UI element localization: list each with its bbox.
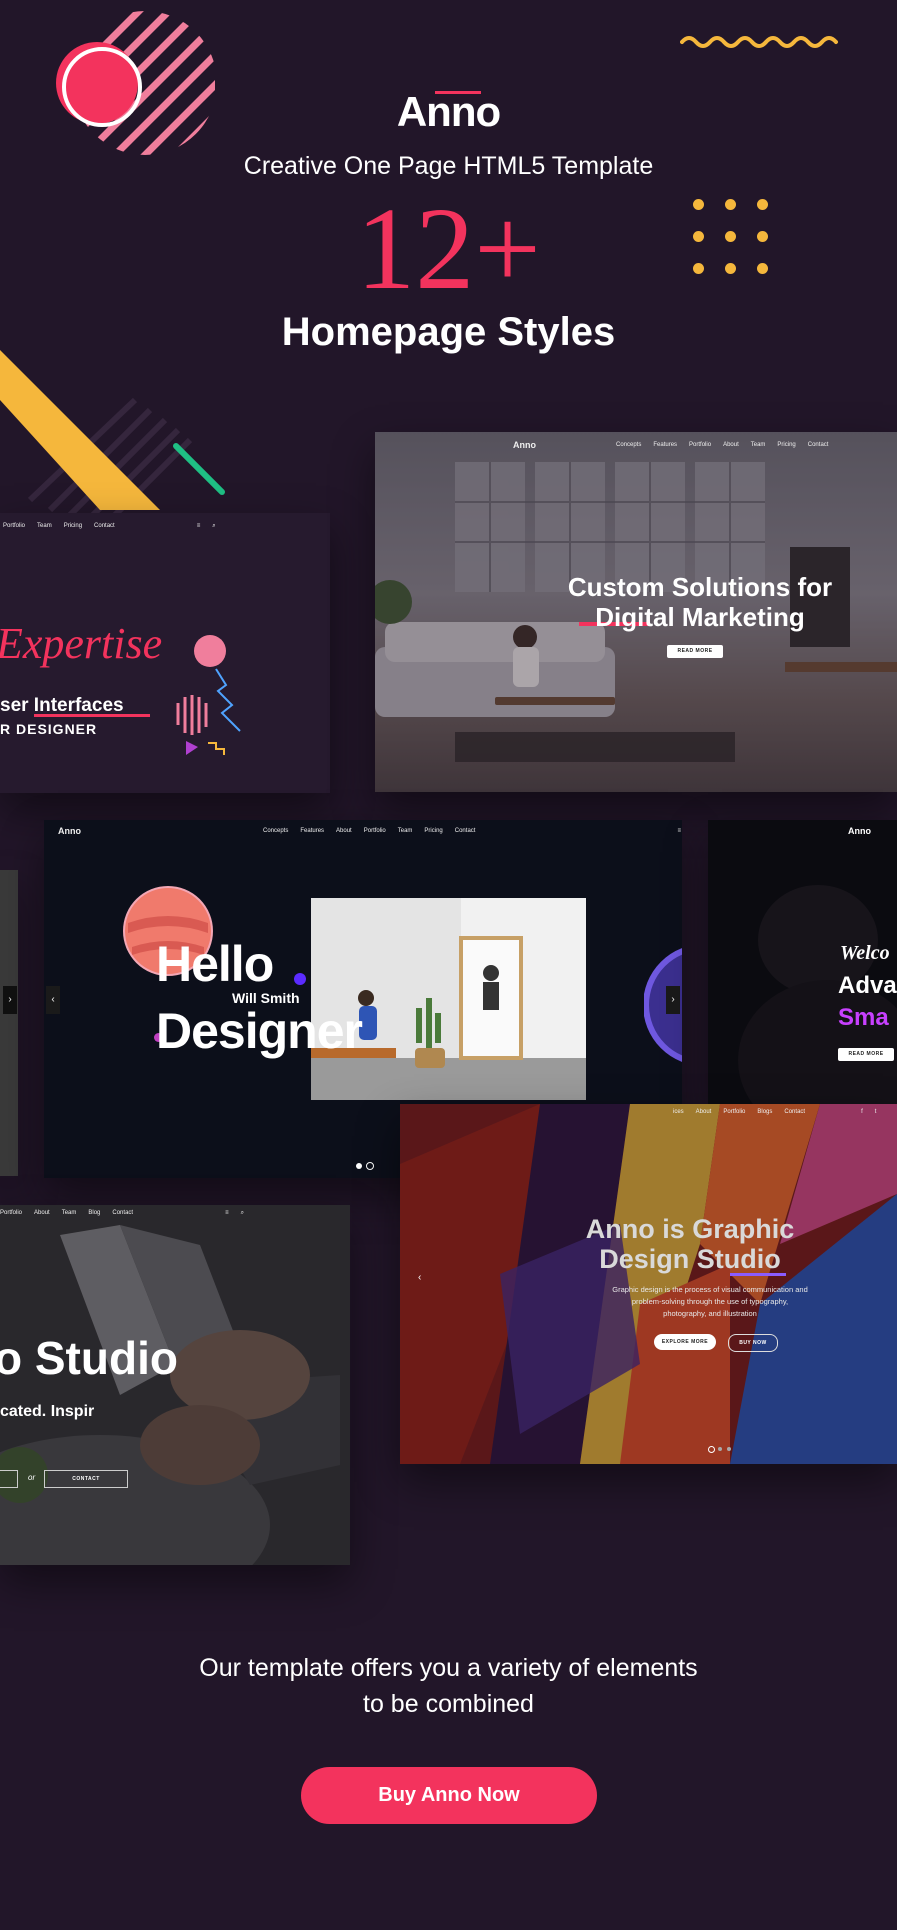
nav-item[interactable]: Contact <box>455 828 476 834</box>
read-more-button[interactable]: READ MORE <box>667 645 723 658</box>
features-line2: to be combined <box>363 1690 534 1718</box>
nav-item[interactable]: Pricing <box>424 828 442 834</box>
nav-item[interactable]: Contact <box>112 1210 133 1216</box>
search-icon[interactable]: ⌕ <box>212 523 215 530</box>
contact-button[interactable]: CONTACT <box>44 1470 128 1488</box>
nav-item[interactable]: Concepts <box>263 828 288 834</box>
nav-item[interactable]: Features <box>653 442 677 448</box>
preview-graphic-studio[interactable]: ices About Portfolio Blogs Contact f t A… <box>400 1104 897 1464</box>
designer-heading: Designer <box>156 1003 363 1059</box>
studio-heading: o Studio <box>0 1332 178 1384</box>
nav-item[interactable]: Portfolio <box>723 1109 745 1115</box>
slider-prev-icon[interactable]: ‹ <box>418 1272 421 1283</box>
nav-logo[interactable]: Anno <box>58 826 81 836</box>
diagonal-stripes-decoration <box>0 350 225 520</box>
homepage-count: 12+ <box>356 183 541 314</box>
nav-item[interactable]: Team <box>398 828 413 834</box>
features-description: Our template offers you a variety of ele… <box>0 1650 897 1722</box>
studio-subtitle: cated. Inspir <box>0 1403 95 1420</box>
workspace-photo <box>311 898 586 1100</box>
nav-item[interactable]: Blogs <box>757 1109 772 1115</box>
read-more-button[interactable]: READ MORE <box>838 1048 894 1061</box>
brand-logo: Anno <box>0 88 897 136</box>
or-label: or <box>28 1473 36 1482</box>
script-heading: Expertise <box>0 619 163 668</box>
script-heading: Welco <box>840 942 890 964</box>
slider-dot[interactable] <box>727 1447 731 1451</box>
nav-item[interactable]: Portfolio <box>689 442 711 448</box>
preview-digital-marketing[interactable]: Anno Concepts Features Portfolio About T… <box>375 432 897 792</box>
homepage-styles-heading: Homepage Styles <box>281 310 616 354</box>
nav-item[interactable]: Contact <box>808 442 829 448</box>
nav-item[interactable]: Portfolio <box>364 828 386 834</box>
designer-line: R DESIGNER <box>0 721 98 737</box>
striped-circle-decoration <box>56 11 215 155</box>
studio-title-line1: Anno is Graphic <box>585 1214 795 1244</box>
twitter-icon[interactable]: t <box>875 1109 877 1115</box>
studio-description: Graphic design is the process of visual … <box>612 1285 808 1318</box>
slider-dot[interactable] <box>366 1162 374 1170</box>
nav-item[interactable]: Contact <box>94 523 115 529</box>
preview-nav: Anno Concepts Features About Portfolio T… <box>44 820 682 842</box>
search-icon[interactable]: ⌕ <box>241 1210 244 1217</box>
explore-more-button[interactable]: EXPLORE MORE <box>654 1334 716 1350</box>
nav-logo[interactable]: Anno <box>848 826 871 836</box>
nav-item[interactable]: About <box>696 1109 712 1115</box>
nav-item[interactable]: Portfolio <box>3 523 25 529</box>
slider-dot[interactable] <box>718 1447 722 1451</box>
nav-item[interactable]: Portfolio <box>0 1210 22 1216</box>
menu-icon[interactable]: ≡ <box>225 1210 229 1216</box>
nav-item[interactable]: Features <box>300 828 324 834</box>
hero-line2: Sma <box>838 1004 889 1031</box>
slider-dot-active[interactable] <box>356 1163 362 1169</box>
preview-nav: Portfolio Team Pricing Contact ≡ ⌕ <box>0 513 330 539</box>
hello-heading: Hello <box>156 936 274 992</box>
tagline: Creative One Page HTML5 Template <box>243 152 654 180</box>
facebook-icon[interactable]: f <box>861 1109 863 1115</box>
slider-next-icon[interactable]: › <box>3 986 17 1014</box>
abstract-shapes-icon <box>176 635 241 755</box>
slider-prev-icon[interactable]: ‹ <box>46 986 60 1014</box>
nav-item[interactable]: About <box>34 1210 50 1216</box>
nav-item[interactable]: Blog <box>88 1210 100 1216</box>
nav-item[interactable]: Team <box>751 442 766 448</box>
preview-studio[interactable]: Portfolio About Team Blog Contact ≡ ⌕ o … <box>0 1205 350 1565</box>
nav-item[interactable]: Team <box>62 1210 77 1216</box>
nav-item[interactable]: About <box>723 442 739 448</box>
preview-nav: Portfolio About Team Blog Contact ≡ ⌕ <box>0 1205 350 1221</box>
studio-title-line2: Design Studio <box>599 1244 781 1274</box>
buy-now-button[interactable]: BUY NOW <box>728 1334 778 1352</box>
preview-nav: ices About Portfolio Blogs Contact f t <box>400 1104 897 1120</box>
nav-item[interactable]: ices <box>673 1109 684 1115</box>
logo-text: Anno <box>396 88 501 135</box>
preview-left-edge: › <box>0 870 18 1176</box>
nav-item[interactable]: Concepts <box>616 442 641 448</box>
hello-dot <box>294 973 306 985</box>
nav-item[interactable]: Contact <box>784 1109 805 1115</box>
features-line1: Our template offers you a variety of ele… <box>199 1654 698 1682</box>
hero-line1: Adva <box>838 972 897 999</box>
slider-next-icon[interactable]: › <box>666 986 680 1014</box>
ghost-button[interactable] <box>0 1470 18 1488</box>
hero-title-line2: Digital Marketing <box>595 602 805 632</box>
menu-icon[interactable]: ≡ <box>197 523 201 529</box>
nav-item[interactable]: About <box>336 828 352 834</box>
hero-title-line1: Custom Solutions for <box>567 572 833 602</box>
preview-welcome[interactable]: Anno Welco Adva Sma READ MORE <box>708 820 897 1105</box>
buy-anno-now-button[interactable]: Buy Anno Now <box>301 1767 597 1824</box>
slider-dot-active[interactable] <box>708 1446 715 1453</box>
nav-item[interactable]: Pricing <box>64 523 82 529</box>
nav-logo[interactable]: Anno <box>513 440 536 450</box>
preview-nav: Anno Concepts Features Portfolio About T… <box>375 432 897 458</box>
nav-item[interactable]: Pricing <box>777 442 795 448</box>
menu-icon[interactable]: ≡ <box>677 828 681 834</box>
wavy-line-decoration <box>680 36 838 48</box>
nav-item[interactable]: Team <box>37 523 52 529</box>
preview-expertise[interactable]: Portfolio Team Pricing Contact ≡ ⌕ Exper… <box>0 513 330 793</box>
